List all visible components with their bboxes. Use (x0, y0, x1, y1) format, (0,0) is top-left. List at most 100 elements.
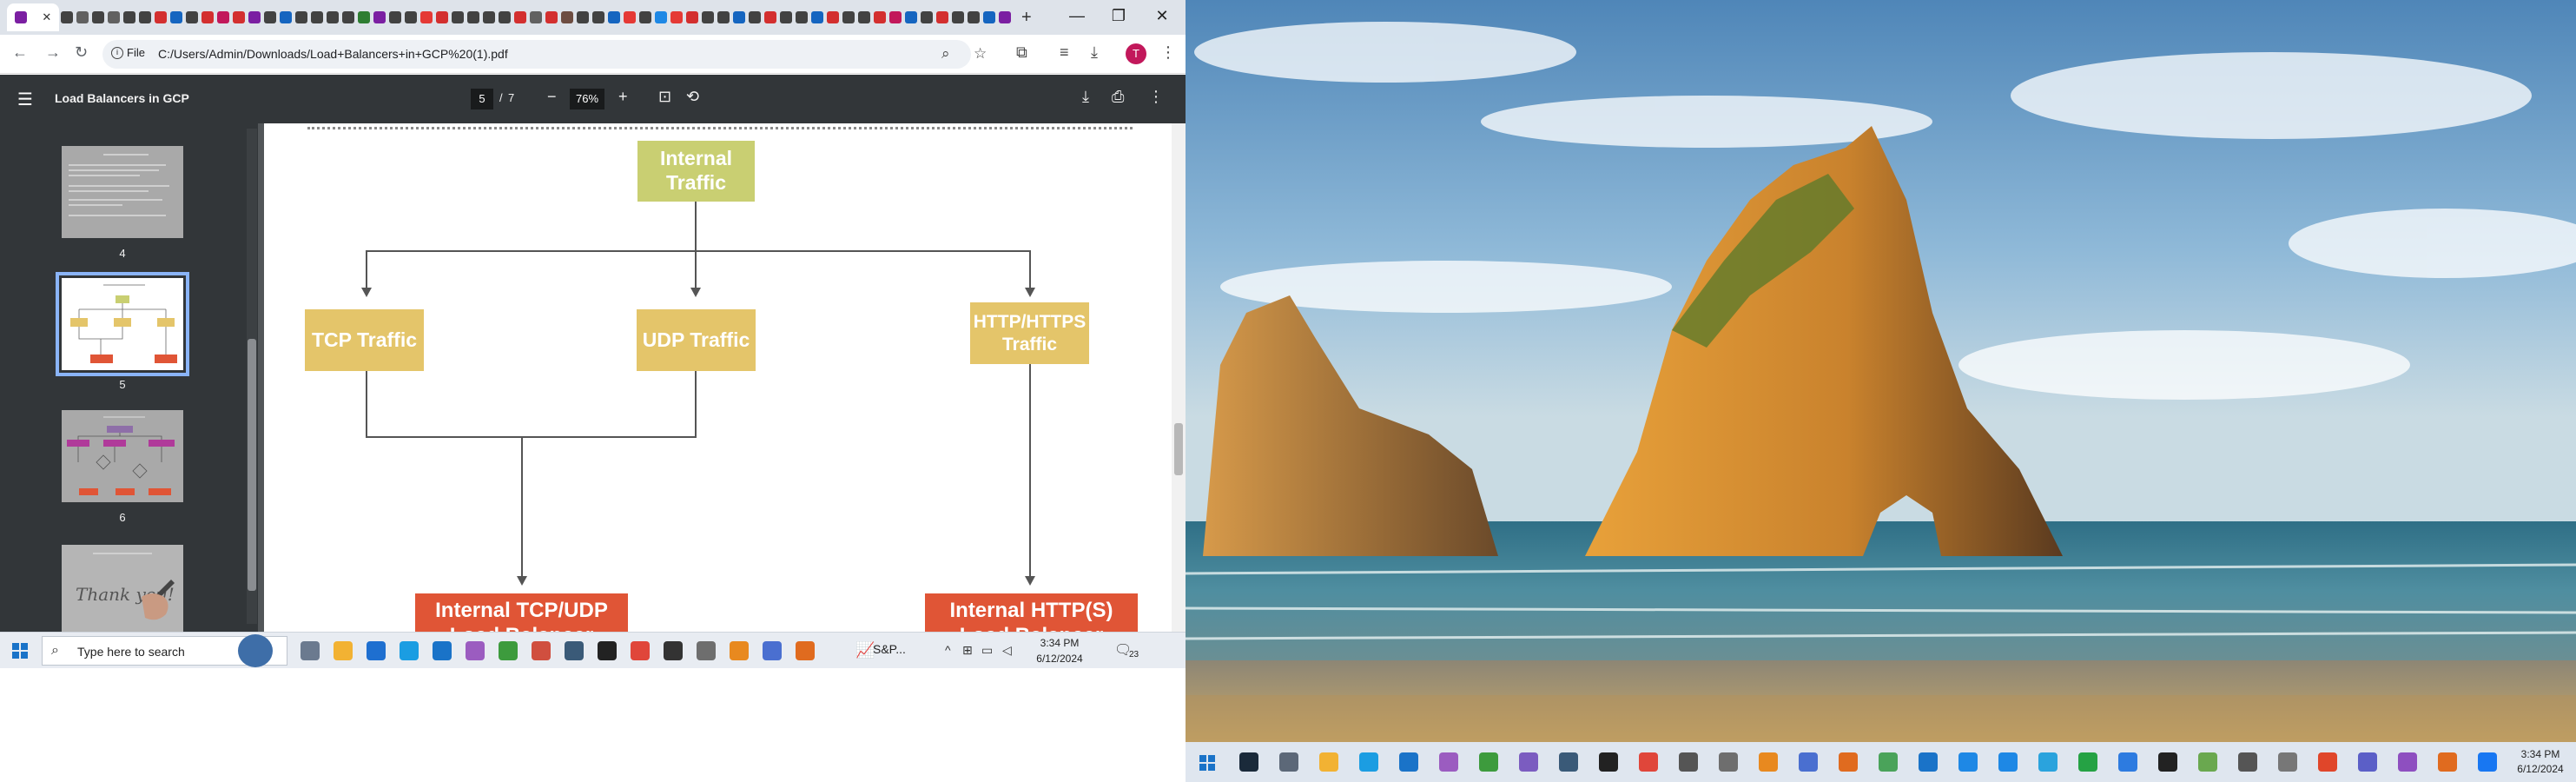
back-icon[interactable]: ← (12, 43, 28, 62)
app-icon[interactable] (1799, 752, 1818, 772)
maximize-button[interactable]: ❐ (1101, 7, 1136, 25)
app-icon[interactable] (565, 641, 584, 660)
download-icon[interactable]: ⤓ (1082, 88, 1089, 106)
windows-start-icon-2[interactable] (1199, 755, 1215, 771)
page-thumbnail-6[interactable] (62, 410, 183, 502)
browser-tab[interactable] (309, 3, 325, 31)
app-icon[interactable] (763, 641, 782, 660)
browser-tab[interactable] (872, 3, 888, 31)
browser-tab[interactable] (763, 3, 778, 31)
browser-tab[interactable] (637, 3, 653, 31)
firefox-icon[interactable] (2438, 752, 2457, 772)
browser-tab[interactable] (356, 3, 372, 31)
profile-avatar[interactable]: T (1126, 43, 1146, 64)
app-icon[interactable] (598, 641, 617, 660)
browser-tab[interactable] (481, 3, 497, 31)
store-icon[interactable] (367, 641, 386, 660)
browser-tab[interactable] (247, 3, 262, 31)
app-icon[interactable] (466, 641, 485, 660)
app-icon[interactable] (1839, 752, 1858, 772)
browser-tab[interactable] (450, 3, 466, 31)
viewport-scroll-thumb[interactable] (1174, 423, 1183, 475)
browser-tab[interactable] (200, 3, 215, 31)
mail-icon[interactable] (1399, 752, 1418, 772)
browser-tab[interactable] (544, 3, 559, 31)
close-tab-icon[interactable]: ✕ (42, 10, 51, 24)
browser-tab[interactable] (981, 3, 997, 31)
chrome-icon[interactable] (532, 641, 551, 660)
browser-tab[interactable] (559, 3, 575, 31)
browser-tab[interactable] (669, 3, 684, 31)
browser-tab[interactable] (606, 3, 622, 31)
mail-icon[interactable] (433, 641, 452, 660)
browser-tab[interactable] (856, 3, 872, 31)
browser-menu-icon[interactable]: ⋮ (1160, 43, 1176, 62)
browser-tab[interactable] (75, 3, 90, 31)
search-icon[interactable] (1239, 752, 1258, 772)
rotate-icon[interactable]: ⟲ (686, 88, 699, 106)
hamburger-menu-icon[interactable]: ☰ (17, 89, 33, 110)
new-tab-button[interactable]: + (1021, 8, 1032, 28)
app-icon[interactable] (664, 641, 683, 660)
app-icon[interactable] (697, 641, 716, 660)
browser-tab[interactable] (653, 3, 669, 31)
windows-start-icon[interactable] (12, 643, 28, 659)
browser-tab[interactable] (809, 3, 825, 31)
browser-tab[interactable] (372, 3, 387, 31)
browser-tab[interactable] (888, 3, 903, 31)
extensions-icon[interactable]: ⧉ (1016, 43, 1027, 62)
zoom-input[interactable]: 76% (570, 89, 604, 109)
address-bar[interactable]: i File C:/Users/Admin/Downloads/Load+Bal… (102, 40, 987, 69)
browser-tab[interactable] (184, 3, 200, 31)
stock-ticker[interactable]: S&P... (873, 642, 906, 656)
calendar-icon[interactable] (1919, 752, 1938, 772)
browser-tab[interactable] (935, 3, 950, 31)
battery-icon[interactable]: ▭ (981, 643, 993, 658)
volume-icon[interactable]: ◁ (1002, 643, 1012, 658)
downloads-icon[interactable]: ⤓ (1091, 43, 1098, 62)
task-view-icon[interactable] (301, 641, 320, 660)
browser-tab[interactable] (950, 3, 966, 31)
page-thumbnail-5[interactable] (56, 272, 189, 376)
app-icon[interactable] (2198, 752, 2217, 772)
app-icon[interactable] (1679, 752, 1698, 772)
browser-tab[interactable] (778, 3, 794, 31)
sidebar-scroll-thumb[interactable] (248, 339, 256, 591)
app-icon[interactable] (2278, 752, 2297, 772)
browser-tab[interactable] (340, 3, 356, 31)
browser-tab[interactable] (747, 3, 763, 31)
media-controls-icon[interactable]: ≡ (1060, 43, 1069, 62)
browser-tab[interactable]: ✕ (7, 3, 59, 31)
app-icon[interactable] (1479, 752, 1498, 772)
browser-tab[interactable] (90, 3, 106, 31)
browser-tab[interactable] (622, 3, 637, 31)
edge-icon[interactable] (1359, 752, 1378, 772)
browser-tab[interactable] (325, 3, 340, 31)
browser-tab[interactable] (591, 3, 606, 31)
terminal-icon[interactable] (2158, 752, 2177, 772)
browser-tab[interactable] (122, 3, 137, 31)
browser-tab[interactable] (512, 3, 528, 31)
browser-tab[interactable] (825, 3, 841, 31)
taskbar-clock-2[interactable]: 3:34 PM 6/12/2024 (2506, 747, 2575, 777)
browser-tab[interactable] (262, 3, 278, 31)
taskbar-search[interactable]: ⌕ Type here to search (42, 634, 287, 667)
forward-icon[interactable]: → (45, 43, 61, 62)
app-icon[interactable] (499, 641, 518, 660)
edge-icon[interactable] (400, 641, 419, 660)
browser-tab[interactable] (903, 3, 919, 31)
page-thumbnail-4[interactable] (62, 146, 183, 238)
viewport-scrollbar[interactable] (1172, 123, 1186, 632)
browser-tab[interactable] (153, 3, 168, 31)
browser-tab[interactable] (841, 3, 856, 31)
vscode-icon[interactable] (1998, 752, 2018, 772)
sublime-icon[interactable] (730, 641, 749, 660)
whatsapp-icon[interactable] (2078, 752, 2097, 772)
zoom-in-button[interactable]: + (618, 88, 628, 106)
browser-tab[interactable] (137, 3, 153, 31)
search-icon[interactable]: ⌕ (941, 45, 950, 63)
print-icon[interactable]: ⎙ (1112, 88, 1124, 106)
browser-tab[interactable] (700, 3, 716, 31)
app-icon[interactable] (796, 641, 815, 660)
reload-icon[interactable]: ↻ (75, 43, 88, 62)
